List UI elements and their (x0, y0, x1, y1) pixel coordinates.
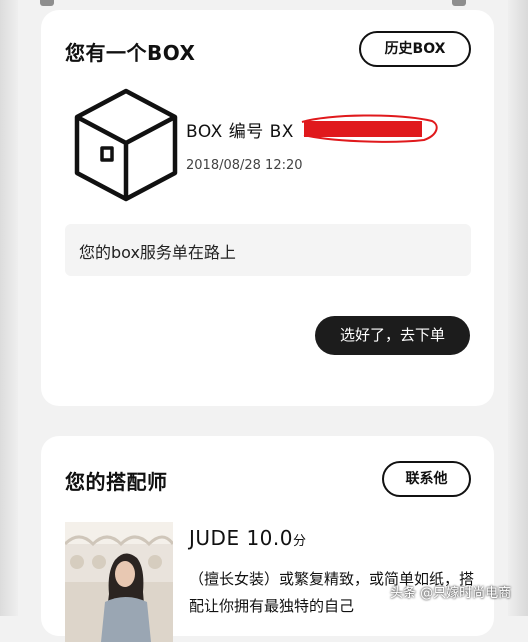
watermark: 头条 @只嫁时尚电商 (390, 586, 512, 601)
checkout-button[interactable]: 选好了，去下单 (315, 316, 470, 355)
stylist-score: 10.0 (246, 526, 293, 550)
box-card: 您有一个BOX 历史BOX BOX 编号 BX 2018/08/28 12:20… (41, 10, 494, 406)
left-scroll-edge (0, 0, 18, 616)
box-number: BOX 编号 BX (186, 117, 294, 142)
right-scroll-edge (508, 0, 528, 616)
stylist-card: 您的搭配师 联系他 JUDE 10.0分 （擅长女装）或繁复精致，或简单如纸，搭… (41, 436, 494, 642)
box-card-title: 您有一个BOX (65, 41, 196, 65)
stylist-card-title: 您的搭配师 (65, 470, 168, 494)
stylist-photo (65, 522, 173, 642)
stylist-score-unit: 分 (292, 534, 307, 549)
status-text: 您的box服务单在路上 (79, 243, 236, 262)
status-bar: 您的box服务单在路上 (65, 224, 471, 276)
top-edge-marks (36, 0, 476, 6)
contact-stylist-button[interactable]: 联系他 (382, 461, 471, 497)
box-date: 2018/08/28 12:20 (186, 158, 303, 173)
stylist-name: JUDE 10.0分 (189, 526, 306, 550)
stylist-name-text: JUDE (189, 526, 240, 550)
box-number-label: BOX 编号 BX (186, 122, 294, 142)
box-icon (74, 88, 178, 202)
history-box-button[interactable]: 历史BOX (359, 31, 471, 67)
red-scribble-redaction (301, 114, 438, 143)
